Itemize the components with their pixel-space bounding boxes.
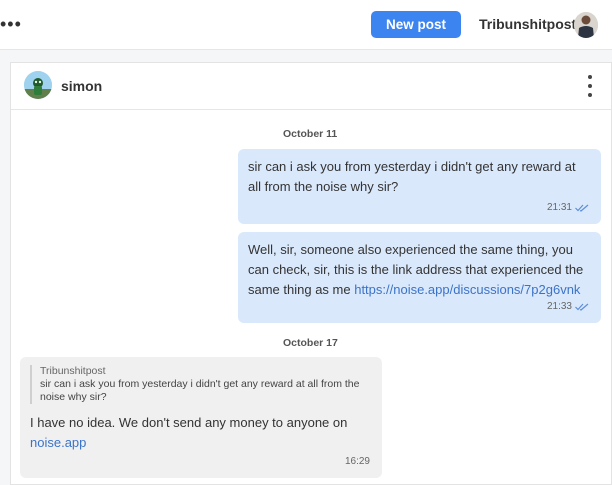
message-text: sir can i ask you from yesterday i didn'…: [248, 159, 576, 194]
contact-name[interactable]: simon: [61, 78, 102, 94]
quote-text: sir can i ask you from yesterday i didn'…: [40, 378, 360, 403]
quote-author: Tribunshitpost: [40, 365, 106, 377]
contact-avatar-icon[interactable]: [24, 71, 52, 99]
message-bubble[interactable]: sir can i ask you from yesterday i didn'…: [238, 149, 601, 224]
date-separator: October 11: [283, 128, 338, 140]
message-text: Well, sir, someone also experienced the …: [248, 242, 584, 297]
current-username[interactable]: Tribunshitpost: [479, 16, 576, 32]
user-avatar-icon[interactable]: [574, 12, 598, 38]
message-meta: 21:33: [547, 297, 589, 317]
message-meta: 16:29: [345, 452, 370, 472]
double-check-icon: [575, 204, 589, 212]
more-horizontal-icon[interactable]: •••: [0, 14, 22, 34]
message-time: 16:29: [344, 456, 370, 467]
more-vertical-icon[interactable]: [587, 75, 593, 97]
new-post-button[interactable]: New post: [371, 11, 461, 38]
message-bubble[interactable]: Tribunshitpost sir can i ask you from ye…: [20, 357, 382, 478]
chat-panel: simon October 11 sir can i ask you from …: [10, 62, 612, 485]
message-bubble[interactable]: Well, sir, someone also experienced the …: [238, 232, 601, 323]
message-time: 21:33: [546, 301, 572, 312]
message-meta: 21:31: [547, 198, 589, 218]
message-link[interactable]: noise.app: [30, 435, 86, 450]
chat-header: simon: [11, 63, 611, 110]
message-time: 21:31: [546, 202, 572, 213]
top-bar: ••• New post Tribunshitpost: [0, 0, 612, 50]
date-separator: October 17: [283, 337, 338, 349]
double-check-icon: [575, 303, 589, 311]
reply-quote[interactable]: Tribunshitpost sir can i ask you from ye…: [30, 365, 372, 404]
message-text: I have no idea. We don't send any money …: [30, 415, 348, 450]
message-link[interactable]: https://noise.app/discussions/7p2g6vnk: [354, 282, 580, 297]
